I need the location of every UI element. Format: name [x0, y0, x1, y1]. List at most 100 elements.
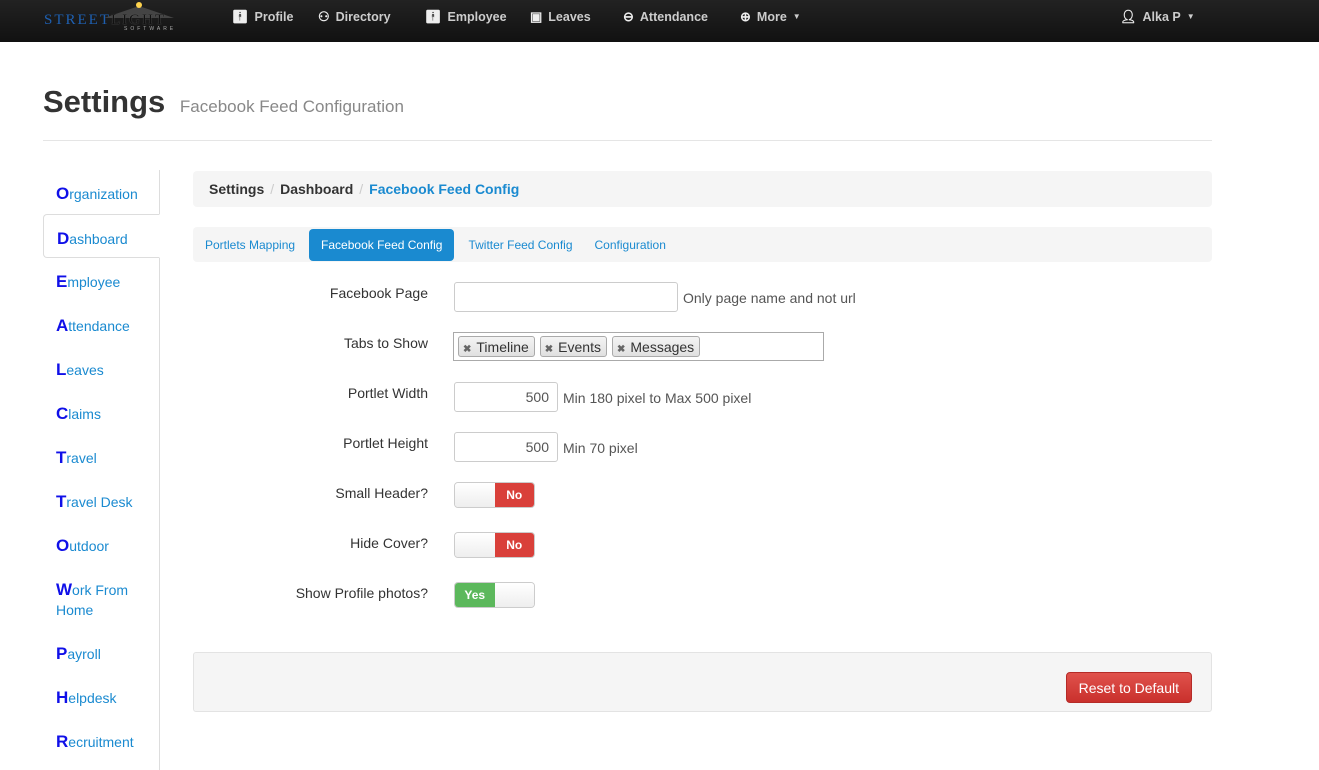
form-footer: Reset to Default — [193, 652, 1212, 712]
sidebar-item-label: elpdesk — [68, 690, 116, 706]
nav-more[interactable]: ⊕More▼ — [740, 0, 801, 42]
sidebar-item-initial: C — [56, 404, 68, 423]
small-header-toggle[interactable]: No — [454, 482, 535, 508]
nav-leaves[interactable]: ▣Leaves — [530, 0, 591, 42]
sidebar-item-label: laims — [68, 406, 101, 422]
sidebar-item-label: ravel — [66, 450, 96, 466]
sidebar-item-initial: R — [56, 732, 68, 751]
top-navbar: STREETLIGHTSOFTWARE 🚹︎Profile ⚇Directory… — [0, 0, 1319, 42]
sidebar-item-initial: O — [56, 536, 69, 555]
sidebar-item-claims[interactable]: Claims — [43, 390, 159, 434]
nav-employee[interactable]: 🚹︎Employee — [425, 0, 507, 42]
portlet-width-help: Min 180 pixel to Max 500 pixel — [563, 390, 751, 406]
sidebar-item-initial: O — [56, 184, 69, 203]
tab-configuration[interactable]: Configuration — [587, 230, 674, 260]
sidebar-item-attendance[interactable]: Attendance — [43, 302, 159, 346]
divider — [43, 140, 1212, 141]
user-menu[interactable]: 👤︎Alka P▼ — [1120, 0, 1195, 42]
small-header-row: Small Header? No — [193, 485, 1212, 517]
person-icon: 🚹︎ — [425, 0, 442, 34]
sidebar-item-initial: E — [56, 272, 67, 291]
streetlight-logo[interactable]: STREETLIGHTSOFTWARE — [44, 2, 194, 38]
sidebar-item-recruitment[interactable]: Recruitment — [43, 718, 159, 762]
sidebar-item-initial: H — [56, 688, 68, 707]
sidebar-item-label: eaves — [66, 362, 103, 378]
portlet-height-input[interactable] — [454, 432, 558, 462]
sidebar-item-label: ashboard — [69, 231, 127, 247]
nav-directory[interactable]: ⚇Directory — [318, 0, 391, 42]
facebook-page-label: Facebook Page — [330, 285, 428, 301]
tab-portlets-mapping[interactable]: Portlets Mapping — [197, 230, 303, 260]
sidebar-item-initial: W — [56, 580, 72, 599]
sidebar-item-initial: T — [56, 492, 66, 511]
tabs-to-show-label: Tabs to Show — [344, 335, 428, 351]
sidebar-item-outdoor[interactable]: Outdoor — [43, 522, 159, 566]
sidebar-item-label: ttendance — [68, 318, 130, 334]
sidebar-item-work-from-home[interactable]: Work From Home — [43, 566, 143, 630]
facebook-page-row: Facebook Page Only page name and not url — [193, 285, 1212, 317]
plus-circle-icon: ⊕ — [740, 0, 751, 34]
user-icon: 👤︎ — [1120, 0, 1137, 34]
breadcrumb-current: Facebook Feed Config — [369, 181, 519, 197]
settings-sidebar: OrganizationDashboardEmployeeAttendanceL… — [43, 170, 160, 770]
portlet-height-help: Min 70 pixel — [563, 440, 638, 456]
sidebar-item-label: ravel Desk — [66, 494, 132, 510]
sidebar-item-label: rganization — [69, 186, 138, 202]
sidebar-item-label: utdoor — [69, 538, 109, 554]
person-icon: 🚹︎ — [232, 0, 249, 34]
sidebar-item-dashboard[interactable]: Dashboard — [43, 214, 160, 258]
reset-to-default-button[interactable]: Reset to Default — [1066, 672, 1192, 703]
camera-icon: ▣ — [530, 0, 542, 34]
tab-facebook-feed-config[interactable]: Facebook Feed Config — [309, 229, 454, 261]
show-profile-photos-label: Show Profile photos? — [296, 585, 428, 601]
breadcrumb: Settings/Dashboard/Facebook Feed Config — [193, 171, 1212, 207]
small-header-label: Small Header? — [335, 485, 428, 501]
sidebar-item-travel[interactable]: Travel — [43, 434, 159, 478]
tabs-to-show-row: Tabs to Show ✖Timeline ✖Events ✖Messages — [193, 335, 1212, 367]
breadcrumb-dashboard[interactable]: Dashboard — [280, 181, 353, 197]
show-profile-photos-toggle[interactable]: Yes — [454, 582, 535, 608]
tag-timeline: ✖Timeline — [458, 336, 535, 357]
tab-bar: Portlets Mapping Facebook Feed Config Tw… — [193, 227, 1212, 262]
sidebar-item-organization[interactable]: Organization — [43, 170, 159, 214]
sidebar-item-initial: P — [56, 644, 67, 663]
sidebar-item-label: mployee — [67, 274, 120, 290]
sidebar-item-label: ayroll — [67, 646, 100, 662]
caret-down-icon: ▼ — [793, 0, 801, 34]
portlet-width-label: Portlet Width — [348, 385, 428, 401]
group-icon: ⚇ — [318, 0, 330, 34]
portlet-width-input[interactable] — [454, 382, 558, 412]
remove-icon[interactable]: ✖ — [463, 344, 471, 355]
show-profile-photos-row: Show Profile photos? Yes — [193, 585, 1212, 617]
remove-icon[interactable]: ✖ — [545, 344, 553, 355]
facebook-page-help: Only page name and not url — [683, 290, 856, 306]
sidebar-item-leaves[interactable]: Leaves — [43, 346, 159, 390]
page-subtitle: Facebook Feed Configuration — [180, 97, 404, 116]
sidebar-item-initial: D — [57, 229, 69, 248]
breadcrumb-settings[interactable]: Settings — [209, 181, 264, 197]
sidebar-item-employee[interactable]: Employee — [43, 258, 159, 302]
portlet-width-row: Portlet Width Min 180 pixel to Max 500 p… — [193, 385, 1212, 417]
portlet-height-label: Portlet Height — [343, 435, 428, 451]
hide-cover-row: Hide Cover? No — [193, 535, 1212, 567]
sidebar-item-travel-desk[interactable]: Travel Desk — [43, 478, 159, 522]
sidebar-item-initial: L — [56, 360, 66, 379]
nav-attendance[interactable]: ⊖Attendance — [623, 0, 708, 42]
sidebar-item-helpdesk[interactable]: Helpdesk — [43, 674, 159, 718]
tag-messages: ✖Messages — [612, 336, 700, 357]
facebook-page-input[interactable] — [454, 282, 678, 312]
sidebar-item-label: ecruitment — [68, 734, 133, 750]
hide-cover-toggle[interactable]: No — [454, 532, 535, 558]
nav-profile[interactable]: 🚹︎Profile — [232, 0, 293, 42]
minus-circle-icon: ⊖ — [623, 0, 634, 34]
sidebar-item-payroll[interactable]: Payroll — [43, 630, 159, 674]
tab-twitter-feed-config[interactable]: Twitter Feed Config — [460, 230, 580, 260]
tag-events: ✖Events — [540, 336, 607, 357]
tabs-to-show-select[interactable]: ✖Timeline ✖Events ✖Messages — [453, 332, 824, 361]
caret-down-icon: ▼ — [1187, 0, 1195, 34]
sidebar-item-initial: A — [56, 316, 68, 335]
hide-cover-label: Hide Cover? — [350, 535, 428, 551]
portlet-height-row: Portlet Height Min 70 pixel — [193, 435, 1212, 467]
remove-icon[interactable]: ✖ — [617, 344, 625, 355]
page-title: Settings Facebook Feed Configuration — [43, 84, 404, 120]
